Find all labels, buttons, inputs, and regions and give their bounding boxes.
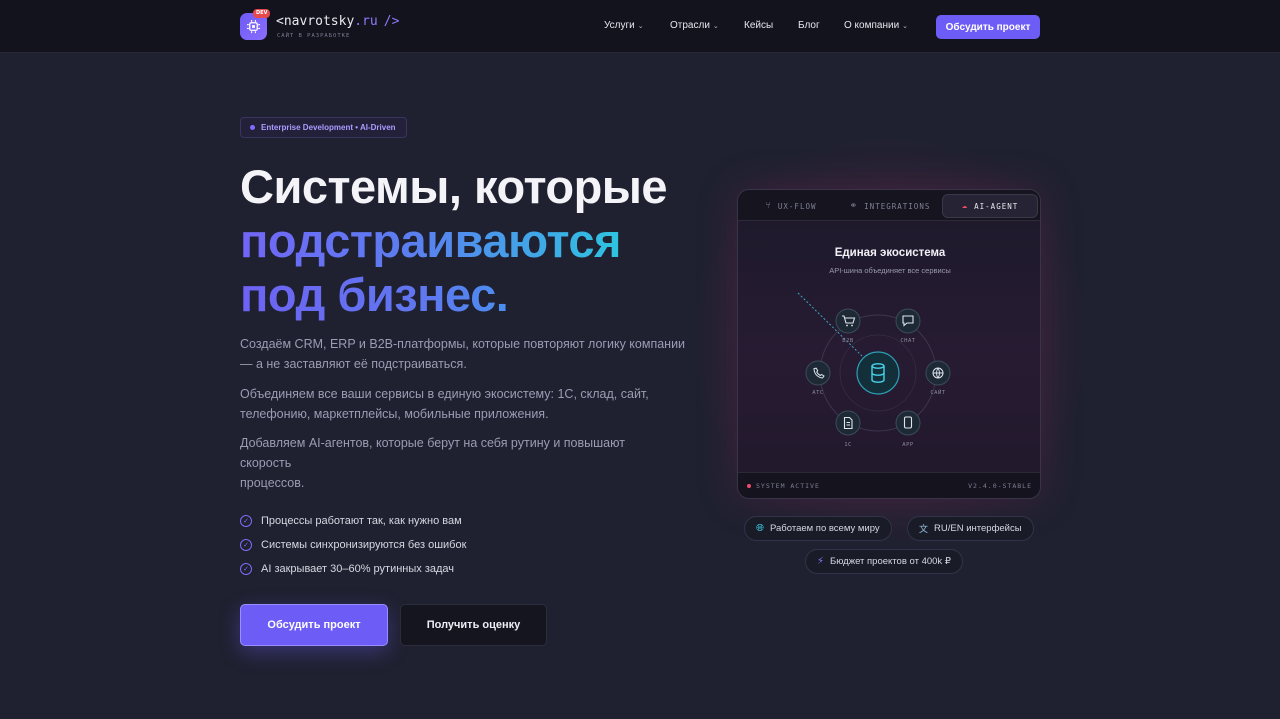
hero-title-line2: подстраиваются <box>240 214 621 267</box>
node-1c: 1С <box>835 410 861 448</box>
hero-title-line1: Системы, которые <box>240 160 668 213</box>
check-circle-icon: ✓ <box>240 515 252 527</box>
nav-industries[interactable]: Отрасли ⌄ <box>670 20 719 31</box>
hero-paragraph-3-line2: скорость <box>240 456 292 470</box>
translate-icon: 文 <box>919 524 929 534</box>
benefit-item: ✓ Системы синхронизируются без ошибок <box>240 539 466 551</box>
benefit-label: Системы синхронизируются без ошибок <box>261 539 467 551</box>
benefit-item: ✓ AI закрывает 30–60% рутинных задач <box>240 563 454 575</box>
node-app: APP <box>895 410 921 448</box>
chevron-down-icon: ⌄ <box>902 22 909 30</box>
node-chat: CHAT <box>895 308 921 344</box>
nav-about-label: О компании <box>844 20 900 31</box>
chip-budget: ⚡︎ Бюджет проектов от 400k ₽ <box>805 549 963 574</box>
hero-paragraph-3: Добавляем AI-агентов, которые берут на с… <box>240 433 690 493</box>
logo-tag: /> <box>383 14 400 29</box>
node-label: АТС <box>812 390 823 396</box>
node-b2b: B2B <box>835 308 861 344</box>
nav-cases-label: Кейсы <box>744 20 774 31</box>
nav-services[interactable]: Услуги ⌄ <box>604 20 644 31</box>
chevron-down-icon: ⌄ <box>712 22 719 30</box>
site-header: DEV <navrotsky.ru /> САЙТ В РАЗРАБОТКЕ Ус… <box>0 0 1280 53</box>
badge-dot-icon <box>250 125 255 130</box>
hero-paragraph-1: Создаём CRM, ERP и B2B-платформы, которы… <box>240 337 686 371</box>
node-label: САЙТ <box>930 389 945 396</box>
node-label: APP <box>902 442 914 448</box>
hero-title-line3: под бизнес. <box>240 268 509 321</box>
nav-industries-label: Отрасли <box>670 20 710 31</box>
logo-wordmark[interactable]: <navrotsky.ru /> <box>276 14 399 29</box>
node-label: 1С <box>844 442 852 448</box>
benefit-label: Процессы работают так, как нужно вам <box>261 515 462 527</box>
get-estimate-button[interactable]: Получить оценку <box>400 604 547 646</box>
nav-cases[interactable]: Кейсы <box>744 20 773 31</box>
logo-tld: .ru <box>354 14 378 29</box>
document-icon <box>835 410 861 436</box>
chip-languages: 文 RU/EN интерфейсы <box>907 516 1034 541</box>
hero-badge: Enterprise Development • AI-Driven <box>240 117 407 138</box>
node-label: B2B <box>842 338 854 344</box>
chip-languages-label: RU/EN интерфейсы <box>934 523 1022 534</box>
check-circle-icon: ✓ <box>240 539 252 551</box>
version-label: V2.4.0-STABLE <box>968 482 1032 490</box>
header-discuss-button[interactable]: Обсудить проект <box>936 15 1040 39</box>
chevron-down-icon: ⌄ <box>637 22 644 30</box>
benefit-label: AI закрывает 30–60% рутинных задач <box>261 563 455 575</box>
chat-icon <box>895 308 921 334</box>
chip-worldwide: 🌐︎ Работаем по всему миру <box>744 516 892 541</box>
benefit-item: ✓ Процессы работают так, как нужно вам <box>240 515 462 527</box>
node-ats: АТС <box>805 360 831 396</box>
globe-icon: 🌐︎ <box>756 523 764 534</box>
telephone-icon <box>805 360 831 386</box>
node-label: CHAT <box>900 338 915 344</box>
node-site: САЙТ <box>925 360 951 396</box>
lightning-icon: ⚡︎ <box>817 556 825 567</box>
logo-subtitle: САЙТ В РАЗРАБОТКЕ <box>277 33 351 39</box>
chip-worldwide-label: Работаем по всему миру <box>770 523 880 534</box>
phone-device-icon <box>895 410 921 436</box>
nav-blog[interactable]: Блог <box>798 20 820 31</box>
logo-name: <navrotsky <box>276 14 355 29</box>
nav-about[interactable]: О компании ⌄ <box>844 20 908 31</box>
hero-paragraph-2: Объединяем все ваши сервисы в единую эко… <box>240 387 649 421</box>
hero-badge-label: Enterprise Development • AI-Driven <box>261 123 396 132</box>
panel-footer: SYSTEM ACTIVE V2.4.0-STABLE <box>738 472 1040 498</box>
status-dot-icon <box>747 484 751 488</box>
ecosystem-network: B2B CHAT САЙТ APP 1С АТС <box>797 292 951 448</box>
hero-paragraph-3-line1: Добавляем AI-агентов, которые берут на с… <box>240 436 625 450</box>
nav-blog-label: Блог <box>798 20 820 31</box>
check-circle-icon: ✓ <box>240 563 252 575</box>
system-status: SYSTEM ACTIVE <box>747 482 820 490</box>
database-icon <box>856 351 900 395</box>
system-status-label: SYSTEM ACTIVE <box>756 482 820 490</box>
cart-icon <box>835 308 861 334</box>
nav-services-label: Услуги <box>604 20 635 31</box>
dev-badge: DEV <box>253 9 271 18</box>
chip-budget-label: Бюджет проектов от 400k ₽ <box>830 556 951 567</box>
ecosystem-panel: ⑂ UX-FLOW ⚭ INTEGRATIONS ☁ AI-AGENT Един… <box>737 189 1041 499</box>
discuss-project-button[interactable]: Обсудить проект <box>240 604 388 646</box>
hero-paragraph-3-line3: процессов. <box>240 476 305 490</box>
